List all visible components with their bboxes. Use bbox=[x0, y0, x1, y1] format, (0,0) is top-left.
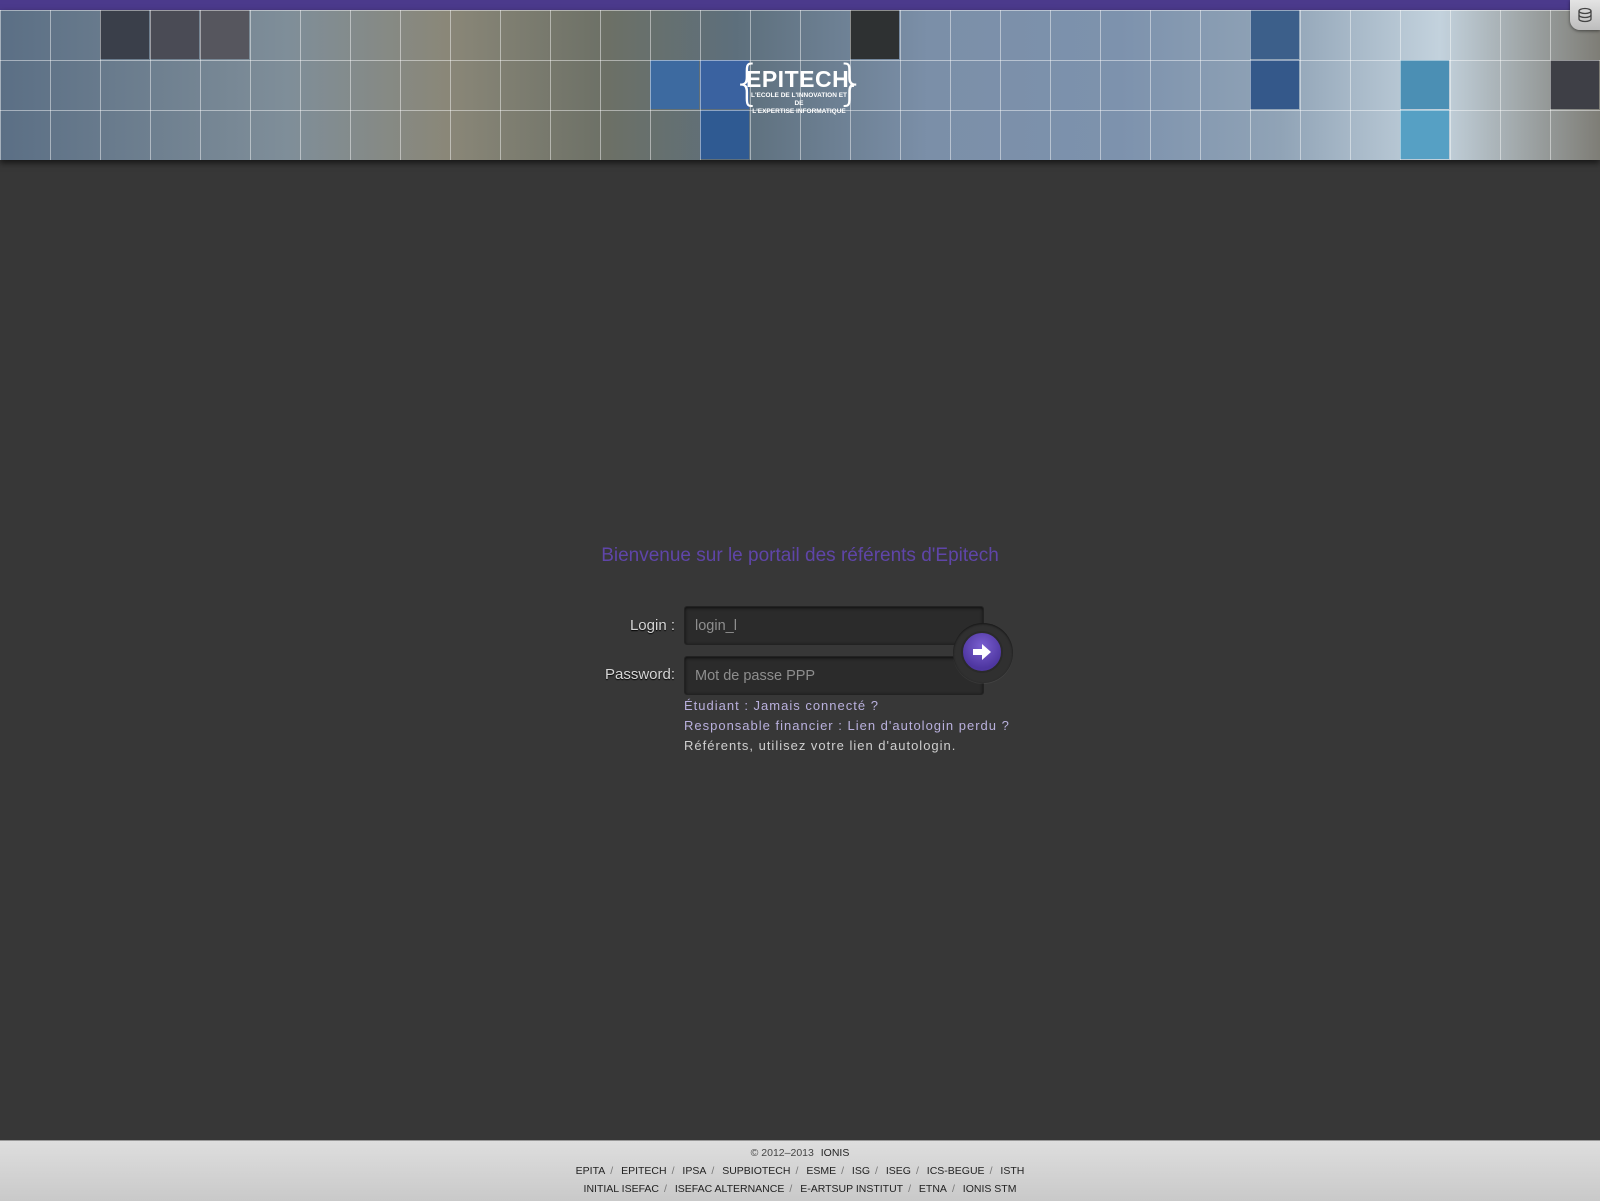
submit-button[interactable] bbox=[961, 631, 1003, 673]
footer: © 2012–2013 IONIS EPITA / EPITECH / IPSA / … bbox=[0, 1140, 1600, 1201]
footer-schools-row-1: EPITA / EPITECH / IPSA / SUPBIOTECH / ESME / … bbox=[575, 1165, 1025, 1177]
footer-link-isefac-alternance[interactable]: ISEFAC ALTERNANCE bbox=[675, 1183, 785, 1195]
top-accent-bar bbox=[0, 0, 1600, 10]
footer-link-e-artsup-institut[interactable]: E-ARTSUP INSTITUT bbox=[800, 1183, 903, 1195]
login-label: Login : bbox=[629, 617, 675, 634]
footer-link-epita[interactable]: EPITA bbox=[576, 1165, 606, 1177]
footer-link-iseg[interactable]: ISEG bbox=[886, 1165, 911, 1177]
footer-copyright-row: © 2012–2013 IONIS bbox=[0, 1144, 1600, 1162]
footer-link-esme[interactable]: ESME bbox=[806, 1165, 836, 1177]
financial-lost-autologin-link[interactable]: Responsable financier : Lien d'autologin… bbox=[684, 718, 1010, 733]
copyright-text: © 2012–2013 bbox=[750, 1147, 814, 1159]
footer-link-supbiotech[interactable]: SUPBIOTECH bbox=[722, 1165, 790, 1177]
footer-link-ionis-stm[interactable]: IONIS STM bbox=[963, 1183, 1017, 1195]
footer-link-ionis[interactable]: IONIS bbox=[821, 1147, 850, 1159]
login-input[interactable] bbox=[684, 606, 984, 645]
footer-link-etna[interactable]: ETNA bbox=[919, 1183, 947, 1195]
footer-link-initial-isefac[interactable]: INITIAL ISEFAC bbox=[584, 1183, 659, 1195]
footer-link-epitech[interactable]: EPITECH bbox=[621, 1165, 667, 1177]
logo-brace-right: } bbox=[835, 55, 866, 111]
footer-link-ipsa[interactable]: IPSA bbox=[682, 1165, 706, 1177]
header-banner: { EPITECH. L'ECOLE DE L'INNOVATION ET DE… bbox=[0, 10, 1600, 160]
footer-schools-row-2: INITIAL ISEFAC / ISEFAC ALTERNANCE / E-ART… bbox=[583, 1183, 1017, 1195]
submit-button-ring bbox=[953, 623, 1013, 683]
referents-info-text: Référents, utilisez votre lien d'autolog… bbox=[684, 738, 957, 753]
arrow-right-icon bbox=[973, 644, 991, 660]
footer-link-ics-begue[interactable]: ICS-BEGUE bbox=[927, 1165, 985, 1177]
welcome-heading: Bienvenue sur le portail des référents d… bbox=[601, 545, 999, 566]
password-input[interactable] bbox=[684, 656, 984, 695]
epitech-logo: { EPITECH. L'ECOLE DE L'INNOVATION ET DE… bbox=[732, 58, 866, 115]
student-never-connected-link[interactable]: Étudiant : Jamais connecté ? bbox=[684, 698, 879, 713]
footer-link-isth[interactable]: ISTH bbox=[1000, 1165, 1024, 1177]
password-label: Password: bbox=[604, 666, 675, 683]
logo-tagline-line1: L'ECOLE DE L'INNOVATION ET DE bbox=[750, 92, 848, 107]
corner-menu-button[interactable] bbox=[1570, 0, 1600, 30]
stack-icon bbox=[1578, 7, 1592, 23]
logo-tagline-line2: L'EXPERTISE INFORMATIQUE bbox=[752, 108, 846, 115]
footer-link-isg[interactable]: ISG bbox=[852, 1165, 870, 1177]
